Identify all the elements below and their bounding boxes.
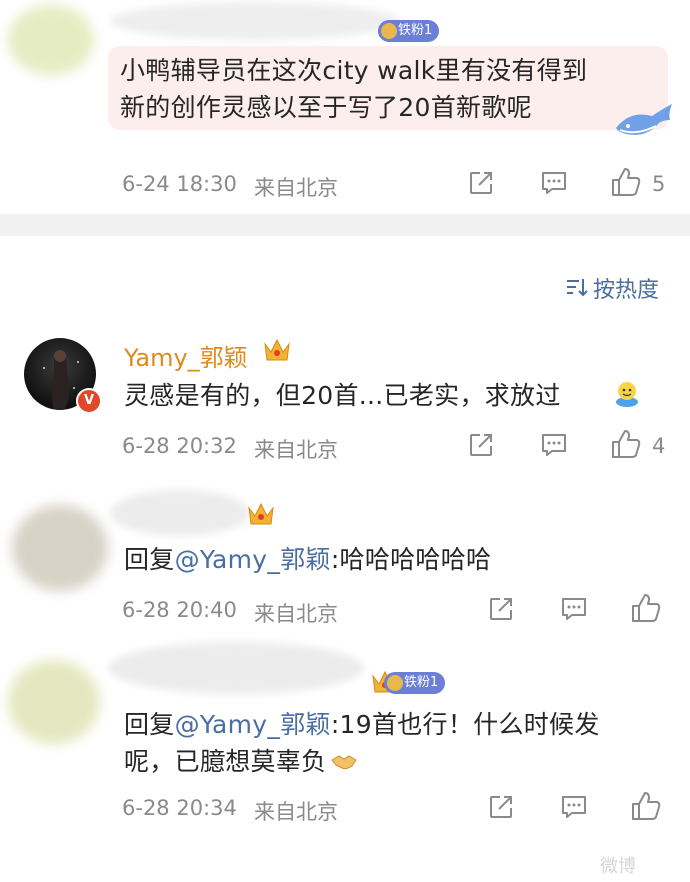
comment-time: 6-28 20:32 (122, 434, 237, 458)
comment-text: 回复@Yamy_郭颖:19首也行！什么时候发 呢，已臆想莫辜负 (124, 706, 600, 782)
like-icon[interactable] (610, 428, 642, 460)
emoji-icon (614, 378, 640, 408)
username[interactable]: Yamy_郭颖 (124, 338, 248, 373)
avatar[interactable] (8, 660, 100, 744)
like-icon[interactable] (630, 790, 662, 822)
like-icon[interactable] (630, 592, 662, 624)
username-blurred[interactable] (110, 2, 400, 40)
like-icon[interactable] (610, 166, 642, 198)
username-blurred[interactable] (108, 642, 364, 694)
comment-text: 灵感是有的，但20首...已老实，求放过 (124, 381, 561, 410)
whale-icon (612, 100, 676, 142)
mention-link[interactable]: @Yamy_郭颖 (175, 710, 331, 739)
comment-time: 6-28 20:40 (122, 598, 237, 622)
username-blurred[interactable] (110, 490, 250, 536)
verified-badge: V (76, 388, 102, 414)
comment-location: 来自北京 (254, 176, 338, 200)
mention-link[interactable]: @Yamy_郭颖 (175, 545, 331, 574)
share-icon[interactable] (468, 432, 494, 458)
comment-icon[interactable] (560, 794, 588, 820)
comment-location: 来自北京 (254, 602, 338, 626)
like-count: 5 (652, 172, 666, 196)
comment-icon[interactable] (540, 432, 568, 458)
watermark: 微博 (600, 856, 636, 877)
avatar[interactable] (8, 5, 94, 75)
comment-icon[interactable] (540, 170, 568, 196)
comment-location: 来自北京 (254, 438, 338, 462)
comment-time: 6-24 18:30 (122, 172, 237, 196)
comment-text: 小鸭辅导员在这次city walk里有没有得到 新的创作灵感以至于写了20首新歌… (120, 56, 588, 122)
comment-time: 6-28 20:34 (122, 796, 237, 820)
like-count: 4 (652, 434, 666, 458)
comment-location: 来自北京 (254, 800, 338, 824)
share-icon[interactable] (488, 596, 514, 622)
share-icon[interactable] (468, 170, 494, 196)
fan-badge: 铁粉1 (384, 672, 446, 694)
share-icon[interactable] (488, 794, 514, 820)
handshake-icon (330, 745, 358, 782)
comment-icon[interactable] (560, 596, 588, 622)
fan-badge: 铁粉1 (378, 20, 440, 42)
sort-label: 按热度 (593, 278, 660, 303)
avatar[interactable] (12, 505, 108, 591)
sort-icon (565, 276, 589, 298)
crown-icon (262, 336, 292, 368)
crown-icon (246, 500, 276, 532)
section-divider (0, 214, 690, 236)
comment-text: 回复@Yamy_郭颖:哈哈哈哈哈哈 (124, 545, 492, 574)
